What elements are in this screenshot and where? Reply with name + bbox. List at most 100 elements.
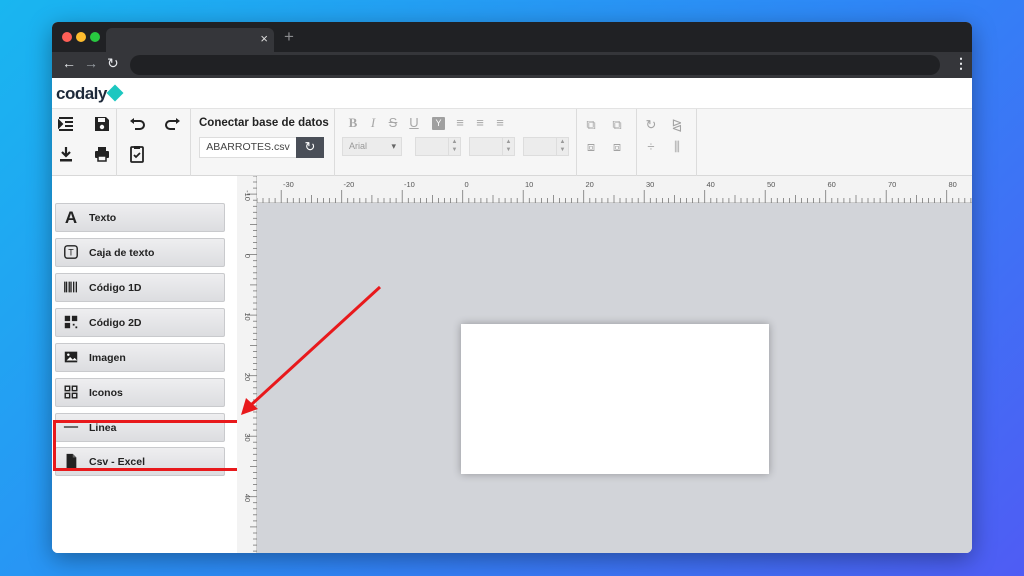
ruler-label: 20 bbox=[586, 180, 594, 189]
ruler-label: 10 bbox=[525, 180, 533, 189]
refresh-icon: ↻ bbox=[304, 139, 316, 154]
ruler-label: 0 bbox=[243, 254, 252, 258]
ruler-label: 60 bbox=[828, 180, 836, 189]
stepper-arrows-icon[interactable]: ▲ ▼ bbox=[556, 138, 568, 155]
new-tab-icon[interactable]: + bbox=[284, 27, 294, 47]
history-tools bbox=[117, 109, 191, 176]
vertical-ruler-svg: -10 0 10 20 30 40 bbox=[243, 175, 257, 552]
minimize-window-dot[interactable] bbox=[76, 32, 86, 42]
sidebar-item-imagen[interactable]: Imagen bbox=[55, 343, 225, 372]
db-connect-title: Conectar base de datos bbox=[199, 117, 329, 129]
close-window-dot[interactable] bbox=[62, 32, 72, 42]
address-bar: ← → ↻ ⋮ bbox=[52, 52, 972, 78]
sidebar-item-texto[interactable]: A Texto bbox=[55, 203, 225, 232]
ruler-label: 20 bbox=[243, 373, 252, 381]
image-icon bbox=[62, 349, 80, 367]
bold-icon[interactable]: B bbox=[345, 115, 361, 131]
url-input[interactable] bbox=[130, 55, 940, 75]
sidebar-item-label: Iconos bbox=[89, 387, 123, 399]
flip-horizontal-icon[interactable]: ⧎ bbox=[669, 117, 685, 133]
ruler-label: 10 bbox=[243, 312, 252, 320]
stepper-arrows-icon[interactable]: ▲ ▼ bbox=[448, 138, 460, 155]
line-height-stepper[interactable]: ▲ ▼ bbox=[523, 137, 569, 156]
design-canvas[interactable]: -30 -20 -10 0 10 20 30 40 50 60 70 80 -10 0 10 20 30 40 bbox=[237, 175, 972, 553]
ruler-label: -10 bbox=[243, 190, 252, 201]
sidebar-item-label: Imagen bbox=[89, 352, 126, 364]
rotate-icon[interactable]: ↻ bbox=[643, 117, 659, 133]
stepper-arrows-icon[interactable]: ▲ ▼ bbox=[502, 138, 514, 155]
download-icon[interactable] bbox=[56, 145, 76, 165]
underline-icon[interactable]: U bbox=[406, 115, 422, 130]
sidebar-item-iconos[interactable]: Iconos bbox=[55, 378, 225, 407]
font-size-stepper[interactable]: ▲ ▼ bbox=[415, 137, 461, 156]
tab-bar: × + bbox=[52, 22, 972, 52]
logo-text: codaly bbox=[56, 84, 107, 103]
undo-icon[interactable] bbox=[127, 115, 147, 135]
tab-close-icon[interactable]: × bbox=[260, 31, 268, 46]
indent-icon[interactable] bbox=[56, 115, 76, 135]
ruler-label: 0 bbox=[465, 180, 469, 189]
layer-tools: ⧉ ⧉ ⧈ ⧈ bbox=[577, 109, 637, 176]
vertical-ruler: -10 0 10 20 30 40 bbox=[237, 175, 257, 553]
browser-window: × + ← → ↻ ⋮ codaly Conectar base de dato… bbox=[52, 22, 972, 553]
bring-forward-icon[interactable]: ⧉ bbox=[583, 117, 599, 133]
ruler-label: -10 bbox=[404, 180, 415, 189]
qrcode-icon bbox=[62, 314, 80, 332]
maximize-window-dot[interactable] bbox=[90, 32, 100, 42]
align-center-icon[interactable]: ≡ bbox=[472, 115, 488, 130]
database-tools: Conectar base de datos ABARROTES.csv ↻ bbox=[191, 109, 335, 176]
ruler-label: 40 bbox=[707, 180, 715, 189]
text-color-icon[interactable]: Y bbox=[432, 117, 445, 130]
sidebar-item-caja-de-texto[interactable]: T Caja de texto bbox=[55, 238, 225, 267]
send-backward-icon[interactable]: ⧉ bbox=[609, 117, 625, 133]
ruler-label: 50 bbox=[767, 180, 775, 189]
save-icon[interactable] bbox=[92, 115, 112, 135]
browser-menu-icon[interactable]: ⋮ bbox=[954, 55, 968, 72]
elements-sidebar: A Texto T Caja de texto Código 1D Código… bbox=[52, 176, 241, 553]
ruler-label: -20 bbox=[344, 180, 355, 189]
ruler-label: 30 bbox=[243, 433, 252, 441]
horizontal-ruler-svg: -30 -20 -10 0 10 20 30 40 50 60 70 80 bbox=[256, 180, 972, 203]
strikethrough-icon[interactable]: S bbox=[385, 115, 401, 130]
ruler-label: -30 bbox=[283, 180, 294, 189]
horizontal-ruler: -30 -20 -10 0 10 20 30 40 50 60 70 80 bbox=[256, 176, 972, 203]
browser-tab[interactable]: × bbox=[106, 28, 274, 52]
text-icon: A bbox=[64, 208, 78, 227]
send-back-icon[interactable]: ⧈ bbox=[609, 139, 625, 155]
barcode-icon bbox=[62, 279, 80, 297]
italic-icon[interactable]: I bbox=[365, 115, 381, 131]
sidebar-item-codigo-2d[interactable]: Código 2D bbox=[55, 308, 225, 337]
align-left-icon[interactable]: ≡ bbox=[452, 115, 468, 130]
ruler-label: 30 bbox=[646, 180, 654, 189]
reload-icon[interactable]: ↻ bbox=[107, 55, 119, 72]
file-tools bbox=[52, 109, 117, 176]
print-icon[interactable] bbox=[92, 145, 112, 165]
redo-icon[interactable] bbox=[163, 115, 183, 135]
font-family-value: Arial bbox=[349, 141, 368, 151]
arrange-tools: ↻ ⧎ ÷ ⫼ bbox=[637, 109, 697, 176]
icons-grid-icon bbox=[62, 384, 80, 402]
app-logo[interactable]: codaly bbox=[56, 84, 124, 104]
checklist-icon[interactable] bbox=[127, 145, 147, 165]
font-family-select[interactable]: Arial ▾ bbox=[342, 137, 402, 156]
sidebar-item-label: Texto bbox=[89, 212, 117, 224]
align-right-icon[interactable]: ≡ bbox=[492, 115, 508, 130]
ruler-label: 70 bbox=[888, 180, 896, 189]
db-file-field[interactable]: ABARROTES.csv bbox=[199, 137, 297, 158]
back-icon[interactable]: ← bbox=[62, 55, 76, 71]
letter-spacing-stepper[interactable]: ▲ ▼ bbox=[469, 137, 515, 156]
align-middle-icon[interactable]: ÷ bbox=[643, 139, 659, 154]
chevron-down-icon: ▾ bbox=[391, 141, 396, 151]
label-paper[interactable] bbox=[461, 324, 769, 474]
text-format-tools: B I S U Y ≡ ≡ ≡ Arial ▾ ▲ ▼ ▲ ▼ ▲ ▼ bbox=[335, 109, 577, 176]
sidebar-item-label: Código 2D bbox=[89, 317, 142, 329]
sidebar-item-codigo-1d[interactable]: Código 1D bbox=[55, 273, 225, 302]
bring-front-icon[interactable]: ⧈ bbox=[583, 139, 599, 155]
textbox-icon: T bbox=[62, 244, 80, 262]
distribute-icon[interactable]: ⫼ bbox=[669, 139, 685, 155]
ruler-label: 40 bbox=[243, 494, 252, 502]
logo-mark-icon bbox=[106, 84, 124, 102]
app-header: codaly bbox=[52, 78, 972, 109]
db-refresh-button[interactable]: ↻ bbox=[296, 137, 324, 158]
forward-icon[interactable]: → bbox=[84, 55, 98, 71]
